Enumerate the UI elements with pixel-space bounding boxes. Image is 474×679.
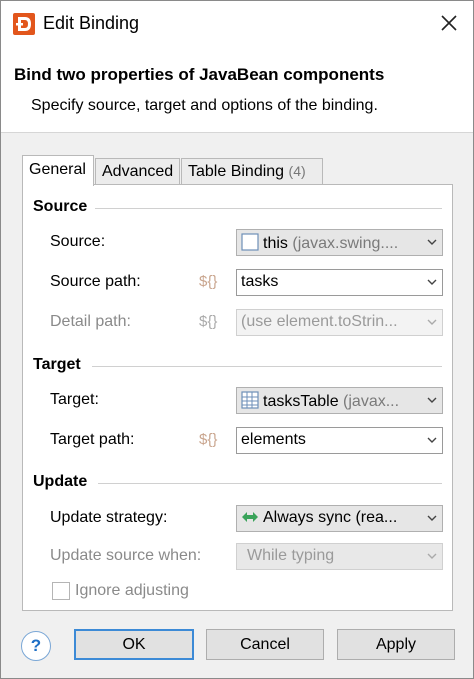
chevron-down-icon: [427, 279, 437, 285]
dialog-header: Bind two properties of JavaBean componen…: [1, 47, 473, 133]
binding-expression-icon: ${}: [199, 313, 218, 330]
update-strategy-label: Update strategy:: [50, 509, 168, 526]
update-source-when-label: Update source when:: [50, 547, 202, 564]
close-icon[interactable]: [437, 11, 461, 35]
chevron-down-icon: [427, 553, 437, 559]
tab-general-label: General: [29, 161, 86, 178]
edit-binding-dialog: Edit Binding Bind two properties of Java…: [0, 0, 474, 679]
target-value: tasksTable: [263, 393, 339, 410]
source-path-label: Source path:: [50, 273, 141, 290]
window-title: Edit Binding: [43, 13, 140, 33]
target-path-label: Target path:: [50, 431, 135, 448]
source-label: Source:: [50, 233, 106, 250]
section-divider: [92, 366, 442, 367]
ignore-adjusting-label: Ignore adjusting: [75, 582, 189, 599]
chevron-down-icon: [427, 515, 437, 521]
ignore-adjusting-checkbox[interactable]: [52, 582, 70, 600]
target-label: Target:: [50, 391, 99, 408]
binding-expression-icon[interactable]: ${}: [199, 431, 217, 448]
source-path-value: tasks: [241, 273, 279, 290]
help-button[interactable]: ?: [21, 631, 51, 661]
ok-button[interactable]: OK: [74, 629, 194, 660]
source-type: (javax.swing....: [292, 235, 399, 252]
update-source-when-combo[interactable]: While typing: [236, 543, 443, 570]
detail-path-combo[interactable]: (use element.toStrin...: [236, 309, 443, 336]
source-value: this: [263, 235, 288, 252]
chevron-down-icon: [427, 239, 437, 245]
section-divider: [98, 483, 442, 484]
tab-advanced-label: Advanced: [102, 163, 174, 180]
detail-path-value: (use element.toStrin...: [241, 313, 398, 330]
title-bar: Edit Binding: [1, 1, 473, 47]
target-path-value: elements: [241, 431, 306, 448]
target-combo[interactable]: tasksTable (javax...: [236, 387, 443, 414]
target-heading: Target: [33, 356, 81, 373]
tab-general[interactable]: General: [22, 155, 94, 186]
tab-table-binding-label: Table Binding: [188, 163, 285, 180]
binding-expression-icon[interactable]: ${}: [199, 273, 217, 290]
target-type: (javax...: [343, 393, 400, 410]
update-strategy-value: Always sync (rea...: [263, 509, 398, 526]
source-combo[interactable]: this (javax.swing....: [236, 229, 443, 256]
chevron-down-icon: [427, 319, 437, 325]
header-subtitle: Specify source, target and options of th…: [31, 97, 378, 114]
cancel-button[interactable]: Cancel: [206, 629, 324, 660]
section-divider: [95, 208, 442, 209]
general-panel: Source Source: this (javax.swing.... Sou…: [22, 184, 453, 611]
apply-button[interactable]: Apply: [337, 629, 455, 660]
table-icon: [241, 391, 259, 413]
source-path-combo[interactable]: tasks: [236, 269, 443, 296]
tab-strip: General Advanced Table Binding (4): [22, 155, 442, 186]
header-title: Bind two properties of JavaBean componen…: [14, 65, 385, 84]
chevron-down-icon: [427, 397, 437, 403]
tab-advanced[interactable]: Advanced: [95, 158, 180, 185]
detail-path-label: Detail path:: [50, 313, 131, 330]
update-strategy-combo[interactable]: Always sync (rea...: [236, 505, 443, 532]
target-path-combo[interactable]: elements: [236, 427, 443, 454]
update-heading: Update: [33, 473, 88, 490]
tab-table-binding[interactable]: Table Binding (4): [181, 158, 323, 185]
component-icon: [241, 233, 259, 255]
app-logo-icon: [13, 13, 35, 35]
chevron-down-icon: [427, 437, 437, 443]
source-heading: Source: [33, 198, 88, 215]
update-source-when-value: While typing: [247, 547, 335, 564]
tab-table-binding-count: (4): [288, 163, 306, 179]
sync-arrows-icon: [241, 509, 259, 530]
